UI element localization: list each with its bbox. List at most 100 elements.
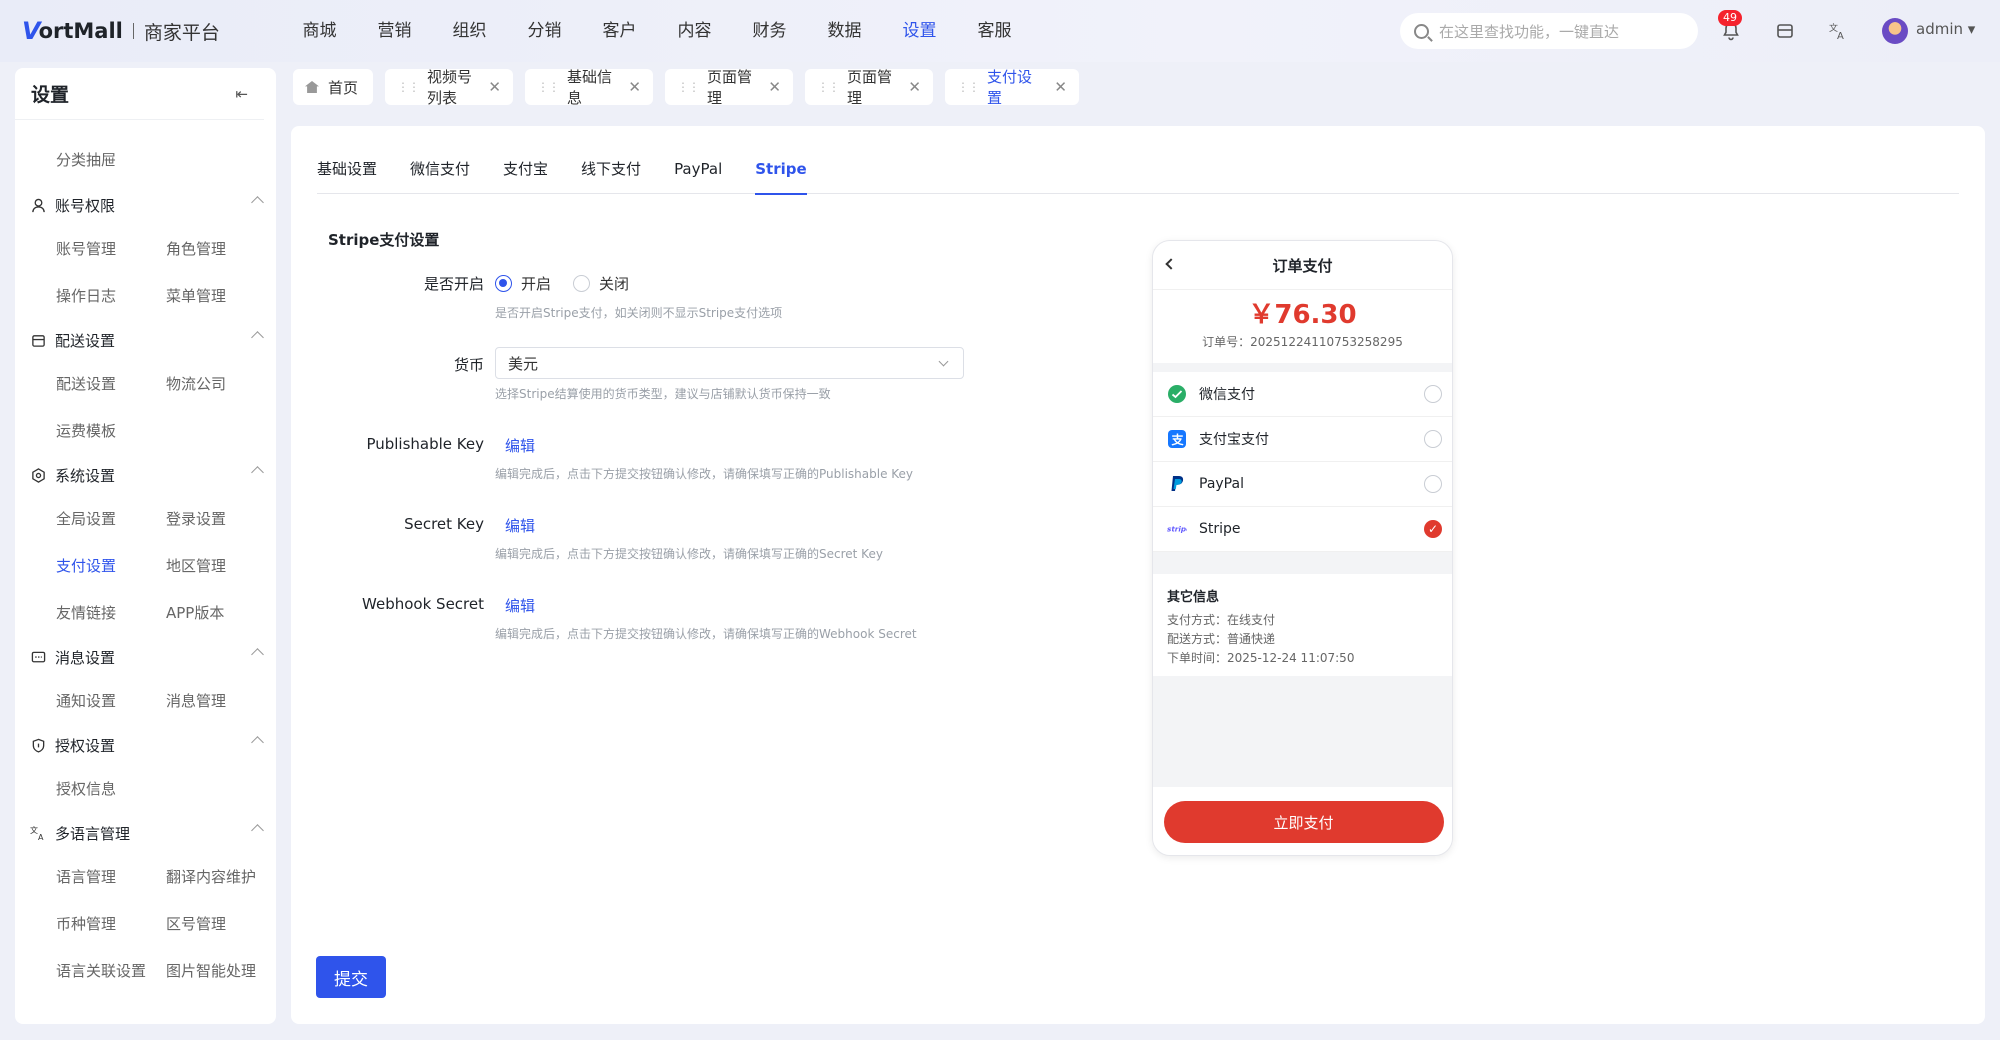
logo[interactable]: V ortMall 商家平台 bbox=[22, 17, 220, 45]
payment-option-paypal[interactable]: PayPal bbox=[1153, 462, 1452, 507]
translate-icon[interactable]: 文A bbox=[1827, 20, 1849, 42]
nav-item-settings[interactable]: 设置 bbox=[882, 0, 957, 62]
tab-video-list[interactable]: ⋮⋮ 视频号列表 ✕ bbox=[385, 68, 513, 107]
sidebar-group-shipping[interactable]: 配送设置 bbox=[15, 323, 276, 357]
main-nav: 商城 营销 组织 分销 客户 内容 财务 数据 设置 客服 bbox=[282, 0, 1032, 62]
currency-select[interactable]: 美元 bbox=[495, 347, 964, 379]
close-icon[interactable]: ✕ bbox=[1054, 78, 1067, 96]
user-icon bbox=[29, 196, 47, 214]
sidebar-item-languages[interactable]: 语言管理 bbox=[56, 866, 116, 888]
tab-paypal[interactable]: PayPal bbox=[674, 158, 722, 194]
back-icon[interactable] bbox=[1165, 258, 1177, 270]
radio-enable-on[interactable]: 开启 bbox=[495, 273, 551, 294]
tab-basic-info[interactable]: ⋮⋮ 基础信息 ✕ bbox=[525, 68, 653, 107]
paypal-icon bbox=[1167, 474, 1187, 494]
drag-handle-icon[interactable]: ⋮⋮ bbox=[677, 80, 700, 94]
sidebar-group-license[interactable]: 授权设置 bbox=[15, 728, 276, 762]
close-icon[interactable]: ✕ bbox=[488, 78, 501, 96]
nav-item-distribution[interactable]: 分销 bbox=[507, 0, 582, 62]
drag-handle-icon[interactable]: ⋮⋮ bbox=[817, 80, 840, 94]
tab-offline-pay[interactable]: 线下支付 bbox=[581, 158, 641, 194]
sidebar-item-login[interactable]: 登录设置 bbox=[166, 508, 226, 530]
avatar[interactable] bbox=[1882, 18, 1908, 44]
chevron-down-icon bbox=[938, 356, 949, 367]
sidebar-item-notifications[interactable]: 通知设置 bbox=[56, 690, 116, 712]
tab-alipay[interactable]: 支付宝 bbox=[503, 158, 548, 194]
radio-enable-off[interactable]: 关闭 bbox=[573, 273, 629, 294]
publishable-key-edit-link[interactable]: 编辑 bbox=[505, 435, 535, 456]
currency-label: 货币 bbox=[453, 356, 484, 374]
sidebar-group-account[interactable]: 账号权限 bbox=[15, 188, 276, 222]
tab-wechat-pay[interactable]: 微信支付 bbox=[410, 158, 470, 194]
pay-now-button[interactable]: 立即支付 bbox=[1163, 801, 1444, 843]
sidebar-item-translations[interactable]: 翻译内容维护 bbox=[166, 866, 256, 888]
secret-key-help: 编辑完成后，点击下方提交按钮确认修改，请确保填写正确的Secret Key bbox=[495, 547, 883, 561]
sidebar-group-message[interactable]: 消息设置 bbox=[15, 640, 276, 674]
nav-item-content[interactable]: 内容 bbox=[657, 0, 732, 62]
close-icon[interactable]: ✕ bbox=[628, 78, 641, 96]
sidebar-item-regions[interactable]: 地区管理 bbox=[166, 555, 226, 577]
radio-circle bbox=[1424, 430, 1442, 448]
secret-key-edit-link[interactable]: 编辑 bbox=[505, 515, 535, 536]
payment-preview: 订单支付 ￥76.30 订单号：20251224110753258295 微信支… bbox=[1152, 240, 1453, 856]
search-input[interactable]: 在这里查找功能，一键直达 bbox=[1400, 13, 1698, 49]
sidebar-item-shipping-settings[interactable]: 配送设置 bbox=[56, 373, 116, 395]
sidebar-item-image-processing[interactable]: 图片智能处理 bbox=[166, 960, 256, 982]
drag-handle-icon[interactable]: ⋮⋮ bbox=[957, 80, 980, 94]
payment-option-wechat[interactable]: 微信支付 bbox=[1153, 372, 1452, 417]
info-payment-method: 支付方式：在线支付 bbox=[1167, 613, 1276, 627]
sidebar-item-logistics[interactable]: 物流公司 bbox=[166, 373, 226, 395]
user-menu[interactable]: admin ▾ bbox=[1916, 20, 1975, 38]
enable-help: 是否开启Stripe支付，如关闭则不显示Stripe支付选项 bbox=[495, 306, 783, 320]
tab-payment-settings[interactable]: ⋮⋮ 支付设置 ✕ bbox=[945, 68, 1079, 107]
sidebar-item-app-version[interactable]: APP版本 bbox=[166, 602, 224, 624]
nav-item-finance[interactable]: 财务 bbox=[732, 0, 807, 62]
radio-label: 开启 bbox=[521, 275, 552, 293]
sidebar-item-currencies[interactable]: 币种管理 bbox=[56, 913, 116, 935]
sidebar-item-area-codes[interactable]: 区号管理 bbox=[166, 913, 226, 935]
nav-item-data[interactable]: 数据 bbox=[807, 0, 882, 62]
sidebar-item-menus[interactable]: 菜单管理 bbox=[166, 285, 226, 307]
sidebar-item-friend-links[interactable]: 友情链接 bbox=[56, 602, 116, 624]
collapse-icon[interactable]: ⇤ bbox=[235, 85, 248, 103]
sidebar-item-messages[interactable]: 消息管理 bbox=[166, 690, 226, 712]
chevron-up-icon bbox=[251, 331, 264, 344]
store-icon[interactable] bbox=[1774, 20, 1796, 42]
nav-item-mall[interactable]: 商城 bbox=[282, 0, 357, 62]
preview-title: 订单支付 bbox=[1272, 256, 1333, 275]
nav-item-marketing[interactable]: 营销 bbox=[357, 0, 432, 62]
sidebar-item-operation-log[interactable]: 操作日志 bbox=[56, 285, 116, 307]
tab-stripe[interactable]: Stripe bbox=[755, 158, 808, 195]
tab-page-management[interactable]: ⋮⋮ 页面管理 ✕ bbox=[665, 68, 793, 107]
payment-option-stripe[interactable]: stripe Stripe ✓ bbox=[1153, 507, 1452, 552]
close-icon[interactable]: ✕ bbox=[768, 78, 781, 96]
sidebar-item-freight-template[interactable]: 运费模板 bbox=[56, 420, 116, 442]
info-order-time: 下单时间：2025-12-24 11:07:50 bbox=[1167, 651, 1355, 665]
payment-option-alipay[interactable]: 支 支付宝支付 bbox=[1153, 417, 1452, 462]
sidebar-item-license-info[interactable]: 授权信息 bbox=[56, 778, 116, 800]
sidebar-item-category-drawer[interactable]: 分类抽屉 bbox=[56, 149, 116, 171]
radio-label: 关闭 bbox=[599, 275, 630, 293]
nav-item-customers[interactable]: 客户 bbox=[582, 0, 657, 62]
sidebar-group-i18n[interactable]: 文A 多语言管理 bbox=[15, 816, 276, 850]
tab-basic-settings[interactable]: 基础设置 bbox=[317, 158, 377, 194]
sidebar-item-language-links[interactable]: 语言关联设置 bbox=[56, 960, 146, 982]
drag-handle-icon[interactable]: ⋮⋮ bbox=[537, 80, 560, 94]
tab-page-management-2[interactable]: ⋮⋮ 页面管理 ✕ bbox=[805, 68, 933, 107]
webhook-secret-edit-link[interactable]: 编辑 bbox=[505, 595, 535, 616]
sidebar-item-payment[interactable]: 支付设置 bbox=[56, 555, 116, 577]
tab-home[interactable]: 首页 bbox=[293, 69, 373, 105]
sidebar-group-system[interactable]: 系统设置 bbox=[15, 458, 276, 492]
nav-item-organization[interactable]: 组织 bbox=[432, 0, 507, 62]
check-circle-icon: ✓ bbox=[1424, 520, 1442, 538]
radio-circle-checked bbox=[495, 275, 512, 292]
submit-button[interactable]: 提交 bbox=[316, 956, 386, 998]
drag-handle-icon[interactable]: ⋮⋮ bbox=[397, 80, 420, 94]
chevron-up-icon bbox=[251, 736, 264, 749]
close-icon[interactable]: ✕ bbox=[908, 78, 921, 96]
sidebar-item-accounts[interactable]: 账号管理 bbox=[56, 238, 116, 260]
nav-item-service[interactable]: 客服 bbox=[957, 0, 1032, 62]
sidebar-group-label: 授权设置 bbox=[55, 736, 116, 755]
sidebar-item-global[interactable]: 全局设置 bbox=[56, 508, 116, 530]
sidebar-item-roles[interactable]: 角色管理 bbox=[166, 238, 226, 260]
